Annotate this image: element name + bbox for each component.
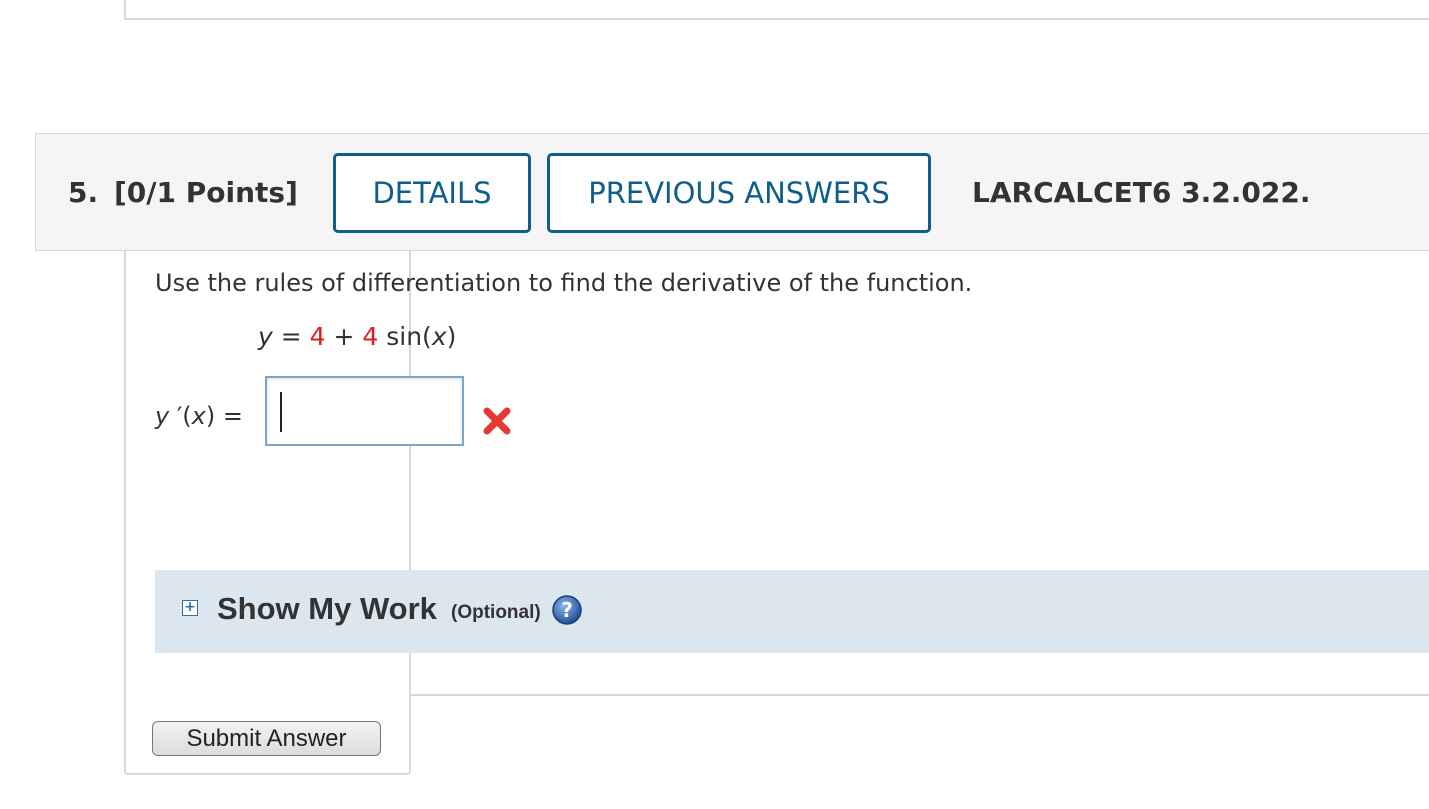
previous-answers-button[interactable]: PREVIOUS ANSWERS: [547, 153, 931, 233]
divider-line: [409, 694, 1429, 696]
eq-var-y: y: [258, 322, 273, 351]
answer-label-x: x: [191, 402, 206, 430]
show-my-work-panel: + Show My Work (Optional) ?: [155, 570, 1429, 653]
svg-text:?: ?: [561, 598, 573, 622]
eq-close-paren: ): [446, 322, 457, 351]
function-equation: y = 4 + 4 sin(x): [258, 322, 456, 351]
answer-label-rest: ) =: [205, 402, 251, 430]
text-caret: [280, 392, 282, 432]
question-page: 5. [0/1 Points] DETAILS PREVIOUS ANSWERS…: [0, 0, 1429, 809]
eq-constant-1: 4: [309, 322, 326, 351]
eq-constant-2: 4: [362, 322, 379, 351]
show-my-work-title[interactable]: Show My Work: [217, 591, 437, 627]
show-my-work-optional: (Optional): [451, 602, 541, 623]
eq-sin: sin(: [378, 322, 432, 351]
question-circle-icon[interactable]: ?: [551, 594, 583, 626]
wrong-x-icon: [483, 407, 511, 435]
plus-box-icon[interactable]: +: [182, 600, 198, 616]
question-header: 5. [0/1 Points] DETAILS PREVIOUS ANSWERS…: [35, 133, 1429, 251]
eq-plus: +: [325, 322, 363, 351]
answer-label-prime: ′(: [169, 402, 192, 430]
answer-label-y: y: [155, 402, 170, 430]
problem-prompt: Use the rules of differentiation to find…: [155, 269, 973, 297]
submit-answer-button[interactable]: Submit Answer: [152, 721, 381, 756]
details-button[interactable]: DETAILS: [333, 153, 531, 233]
eq-var-x: x: [431, 322, 447, 351]
answer-label: y ′(x) =: [155, 402, 251, 430]
question-number: 5.: [68, 176, 99, 209]
previous-question-frame: [124, 0, 1429, 20]
eq-equals: =: [272, 322, 310, 351]
answer-input[interactable]: [265, 376, 464, 446]
question-code: LARCALCET6 3.2.022.: [972, 176, 1311, 209]
question-points: [0/1 Points]: [114, 176, 298, 209]
